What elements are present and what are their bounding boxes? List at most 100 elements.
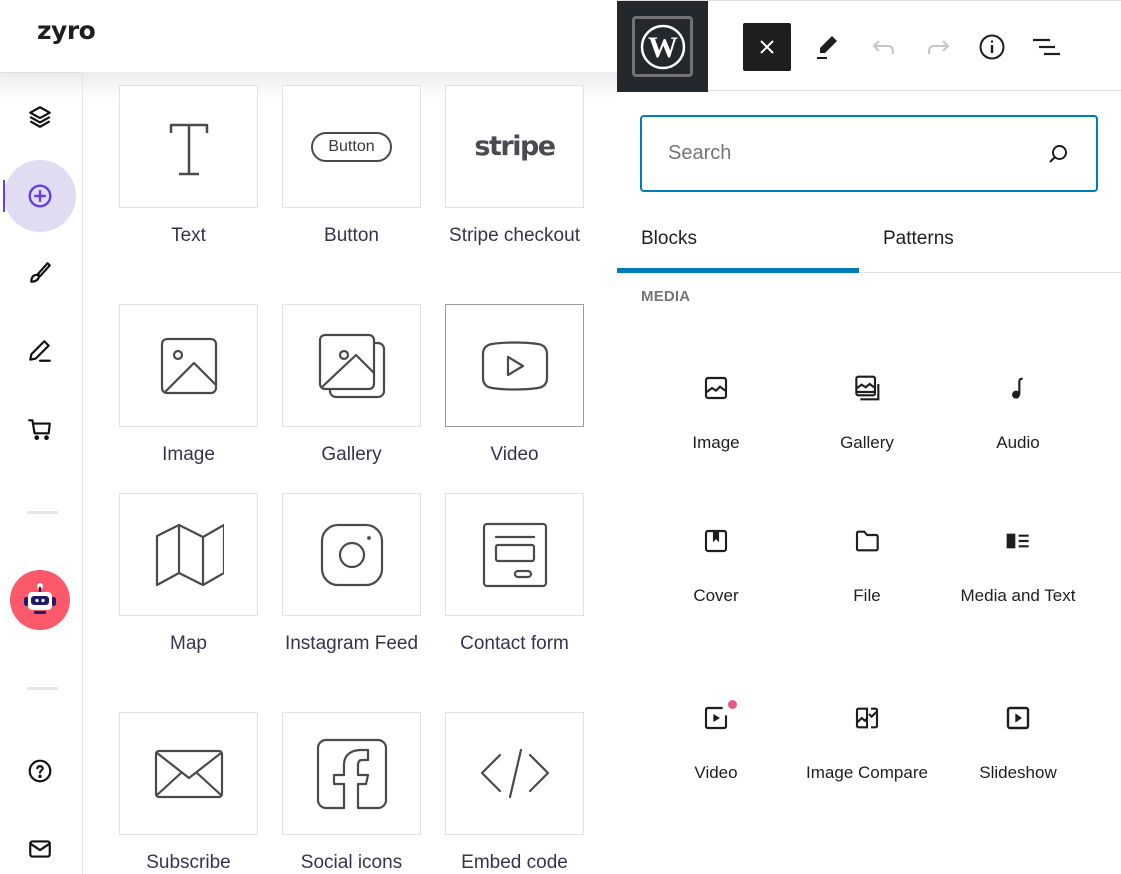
ai-assistant-button[interactable] bbox=[10, 570, 70, 630]
element-text[interactable]: Text bbox=[119, 85, 258, 251]
image-compare-icon bbox=[855, 707, 879, 729]
contact-form-icon bbox=[482, 522, 547, 587]
element-label: Image bbox=[162, 444, 215, 465]
element-stripe-checkout[interactable]: stripe Stripe checkout bbox=[445, 85, 584, 251]
block-label: Audio bbox=[996, 433, 1040, 452]
block-label: Slideshow bbox=[979, 763, 1057, 782]
block-cover[interactable]: Cover bbox=[641, 521, 791, 608]
element-label: Map bbox=[170, 633, 207, 654]
element-subscribe[interactable]: Subscribe bbox=[119, 712, 258, 874]
button-icon: Button bbox=[311, 131, 392, 162]
sidebar-item-store[interactable] bbox=[2, 399, 78, 459]
active-indicator bbox=[4, 160, 76, 232]
element-label: Stripe checkout bbox=[449, 225, 580, 246]
element-label: Instagram Feed bbox=[284, 633, 419, 654]
wp-toolbar: W bbox=[617, 0, 1121, 92]
element-video[interactable]: Video bbox=[445, 304, 584, 470]
wp-logo-button[interactable]: W bbox=[617, 1, 708, 92]
block-slideshow[interactable]: Slideshow bbox=[943, 698, 1093, 785]
block-label: File bbox=[853, 586, 881, 605]
block-image-compare[interactable]: Image Compare bbox=[792, 698, 942, 785]
block-label: Media and Text bbox=[960, 586, 1076, 605]
cover-icon bbox=[704, 529, 728, 553]
brush-icon bbox=[30, 262, 51, 283]
stripe-icon: stripe bbox=[474, 131, 556, 162]
block-search-input[interactable] bbox=[668, 142, 1046, 165]
block-label: Gallery bbox=[840, 433, 894, 452]
block-image[interactable]: Image bbox=[641, 368, 791, 455]
element-label: Subscribe bbox=[146, 852, 231, 873]
block-file[interactable]: File bbox=[792, 521, 942, 608]
tools-button[interactable] bbox=[803, 23, 851, 71]
element-social-icons[interactable]: Social icons bbox=[282, 712, 421, 874]
sidebar-item-design[interactable] bbox=[2, 243, 78, 303]
element-instagram-feed[interactable]: Instagram Feed bbox=[282, 493, 421, 659]
video-icon bbox=[481, 340, 548, 391]
tab-patterns[interactable]: Patterns bbox=[859, 208, 1101, 272]
wordpress-inserter-panel: W Blocks Patterns MEDIA bbox=[617, 0, 1121, 874]
svg-text:W: W bbox=[648, 31, 678, 64]
zyro-header: zyro bbox=[0, 0, 617, 72]
category-heading: MEDIA bbox=[641, 288, 691, 305]
block-label: Cover bbox=[693, 586, 739, 605]
layers-icon bbox=[29, 106, 51, 128]
block-label: Video bbox=[694, 763, 738, 782]
sidebar-item-layers[interactable] bbox=[2, 87, 78, 147]
element-button[interactable]: Button Button bbox=[282, 85, 421, 251]
element-label: Text bbox=[171, 225, 206, 246]
redo-button[interactable] bbox=[914, 23, 962, 71]
envelope-icon bbox=[154, 749, 223, 798]
sidebar-item-help[interactable] bbox=[2, 741, 78, 801]
tab-blocks[interactable]: Blocks bbox=[617, 208, 859, 273]
wordpress-logo-icon: W bbox=[640, 24, 685, 69]
block-video[interactable]: Video bbox=[641, 698, 791, 785]
sidebar-item-edit[interactable] bbox=[2, 321, 78, 381]
element-contact-form[interactable]: Contact form bbox=[445, 493, 584, 659]
details-button[interactable] bbox=[968, 23, 1016, 71]
zyro-logo[interactable]: zyro bbox=[37, 16, 96, 45]
code-icon bbox=[480, 748, 549, 798]
element-image[interactable]: Image bbox=[119, 304, 258, 470]
plus-circle-icon bbox=[28, 184, 52, 208]
block-media-text[interactable]: Media and Text bbox=[943, 521, 1093, 608]
media-text-icon bbox=[1006, 533, 1029, 549]
undo-button[interactable] bbox=[860, 23, 908, 71]
video-icon bbox=[704, 706, 728, 730]
text-icon bbox=[169, 123, 208, 175]
element-label: Embed code bbox=[461, 852, 568, 873]
cart-icon bbox=[28, 419, 51, 441]
gallery-icon bbox=[318, 333, 385, 398]
image-icon bbox=[704, 376, 728, 400]
image-icon bbox=[160, 337, 217, 394]
element-label: Button bbox=[324, 225, 379, 246]
robot-icon bbox=[24, 583, 56, 614]
sidebar-item-add-element[interactable] bbox=[2, 160, 78, 232]
close-icon bbox=[760, 40, 774, 54]
info-icon bbox=[979, 34, 1005, 60]
element-embed-code[interactable]: Embed code bbox=[445, 712, 584, 874]
sidebar-item-messages[interactable] bbox=[2, 819, 78, 874]
block-search-field[interactable] bbox=[640, 115, 1098, 192]
element-label: Contact form bbox=[460, 633, 569, 654]
zyro-sidebar bbox=[2, 72, 83, 874]
undo-icon bbox=[872, 40, 894, 54]
mail-icon bbox=[29, 840, 51, 858]
document-overview-button[interactable] bbox=[1022, 23, 1070, 71]
block-audio[interactable]: Audio bbox=[943, 368, 1093, 455]
element-label: Social icons bbox=[300, 852, 403, 873]
element-label: Video bbox=[490, 444, 539, 465]
search-icon bbox=[1049, 144, 1067, 163]
list-view-icon bbox=[1033, 38, 1060, 56]
close-inserter-button[interactable] bbox=[743, 23, 791, 71]
block-gallery[interactable]: Gallery bbox=[792, 368, 942, 455]
block-label: Image Compare bbox=[806, 763, 928, 782]
redo-icon bbox=[928, 40, 950, 54]
audio-icon bbox=[1012, 377, 1023, 399]
pen-icon bbox=[29, 340, 51, 362]
element-gallery[interactable]: Gallery bbox=[282, 304, 421, 470]
element-map[interactable]: Map bbox=[119, 493, 258, 659]
map-icon bbox=[155, 523, 224, 586]
pencil-icon bbox=[817, 36, 837, 59]
instagram-icon bbox=[320, 523, 383, 586]
question-circle-icon bbox=[28, 759, 52, 783]
